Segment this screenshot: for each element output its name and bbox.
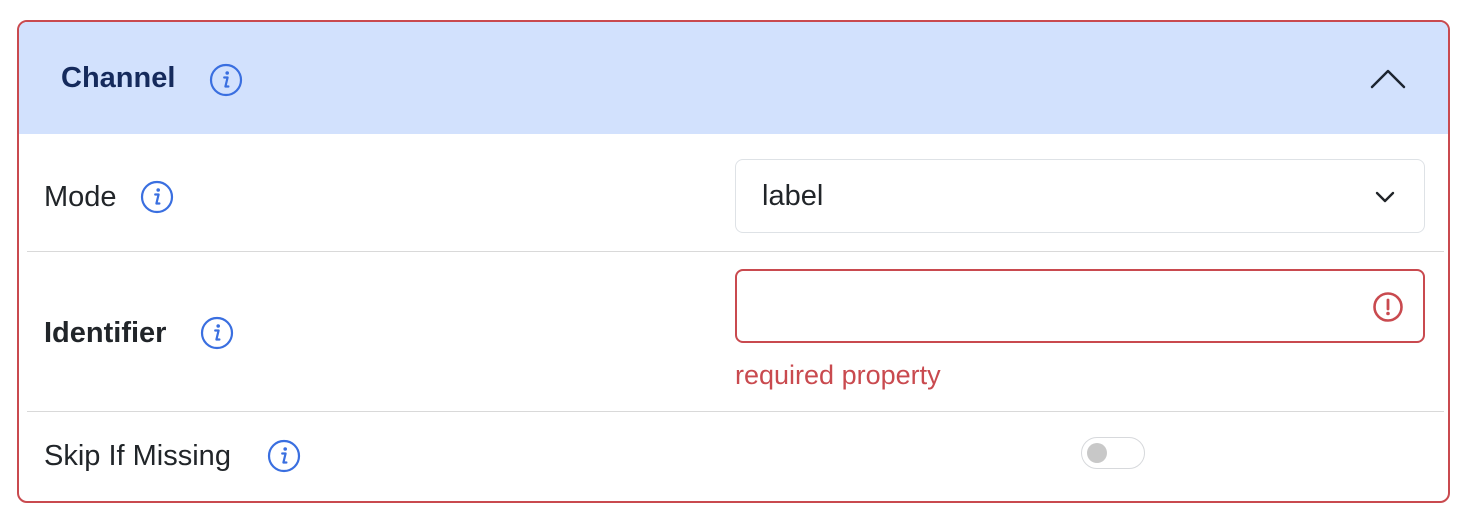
mode-label: Mode xyxy=(44,181,117,213)
skip-if-missing-label: Skip If Missing xyxy=(44,440,231,472)
info-icon[interactable] xyxy=(209,63,243,97)
chevron-down-icon xyxy=(1375,191,1395,203)
identifier-label: Identifier xyxy=(44,317,167,349)
toggle-knob xyxy=(1087,443,1107,463)
panel-title: Channel xyxy=(61,62,176,94)
panel-header[interactable]: Channel xyxy=(19,22,1448,134)
exclamation-circle-icon xyxy=(1373,292,1403,322)
mode-select-value: label xyxy=(762,180,824,212)
skip-if-missing-toggle[interactable] xyxy=(1081,437,1145,469)
row-divider xyxy=(27,411,1444,412)
info-icon[interactable] xyxy=(140,180,174,214)
chevron-up-icon[interactable] xyxy=(1363,58,1413,98)
channel-panel: Channel Mode label Identifier required p… xyxy=(17,20,1450,503)
info-icon[interactable] xyxy=(267,439,301,473)
mode-select[interactable]: label xyxy=(735,159,1425,233)
identifier-error-message: required property xyxy=(735,360,941,390)
identifier-input[interactable] xyxy=(735,269,1425,343)
row-divider xyxy=(27,251,1444,252)
info-icon[interactable] xyxy=(200,316,234,350)
